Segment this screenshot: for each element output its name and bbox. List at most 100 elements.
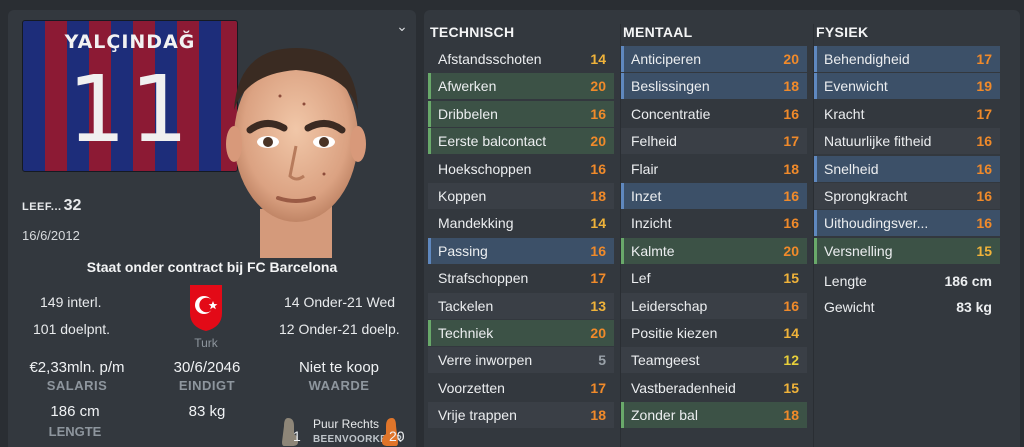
attribute-row[interactable]: Tackelen 13 — [428, 292, 614, 319]
physical-weight-label: Gewicht — [824, 298, 875, 315]
attribute-value: 20 — [590, 133, 606, 150]
attribute-row[interactable]: Behendigheid 17 — [814, 46, 1000, 72]
turkey-flag-icon[interactable] — [188, 283, 224, 333]
attribute-row[interactable]: Sprongkracht 16 — [814, 182, 1000, 209]
attribute-row[interactable]: Beslissingen 18 — [621, 73, 807, 100]
attribute-row[interactable]: Kalmte 20 — [621, 237, 807, 264]
attribute-row[interactable]: Mandekking 14 — [428, 210, 614, 236]
attribute-name: Anticiperen — [631, 51, 702, 67]
attribute-value: 16 — [976, 160, 992, 177]
attribute-name: Behendigheid — [824, 51, 910, 67]
attribute-value: 15 — [976, 242, 992, 259]
attribute-row[interactable]: Voorzetten 17 — [428, 375, 614, 401]
value-label: WAARDE — [308, 378, 370, 393]
attribute-name: Beslissingen — [631, 78, 710, 95]
player-face — [226, 48, 366, 258]
attribute-name: Inzet — [631, 187, 662, 204]
attribute-value: 20 — [590, 324, 606, 341]
chevron-down-icon[interactable]: ⌄ — [394, 18, 410, 34]
attribute-row[interactable]: Evenwicht 19 — [814, 73, 1000, 100]
attribute-name: Kracht — [824, 105, 865, 122]
attribute-row[interactable]: Inzicht 16 — [621, 210, 807, 236]
attribute-value: 17 — [590, 270, 606, 287]
attribute-row[interactable]: Afstandsschoten 14 — [428, 46, 614, 72]
height-label: LENGTE — [48, 424, 102, 439]
attribute-value: 17 — [976, 105, 992, 122]
attribute-name: Flair — [631, 160, 659, 177]
attribute-value: 14 — [783, 324, 799, 341]
attribute-row[interactable]: Teamgeest 12 — [621, 347, 807, 374]
attribute-row[interactable]: Snelheid 16 — [814, 155, 1000, 182]
attribute-name: Leiderschap — [631, 297, 708, 314]
physical-height-value: 186 cm — [944, 272, 992, 289]
attribute-value: 14 — [590, 215, 606, 232]
attribute-row[interactable]: Verre inworpen 5 — [428, 347, 614, 374]
u21-caps: 14 Onder-21 Wed — [284, 294, 396, 310]
international-caps: 149 interl. — [40, 294, 102, 310]
attribute-name: Afstandsschoten — [438, 51, 542, 67]
attribute-row[interactable]: Strafschoppen 17 — [428, 265, 614, 291]
wage: €2,33mln. p/m SALARIS — [12, 359, 142, 393]
attribute-name: Positie kiezen — [631, 324, 718, 341]
weight: 83 kg — [152, 403, 262, 420]
attribute-row[interactable]: Lef 15 — [621, 265, 807, 291]
height: 186 cm LENGTE — [20, 403, 130, 439]
attribute-name: Felheid — [631, 133, 677, 150]
attribute-name: Uithoudingsver... — [824, 215, 929, 232]
attribute-name: Teamgeest — [631, 352, 700, 369]
physical-title: FYSIEK — [816, 24, 869, 40]
attribute-row[interactable]: Kracht 17 — [814, 101, 1000, 127]
attribute-name: Techniek — [438, 324, 494, 341]
player-profile-panel: ⌄ YALÇINDAĞ 11 LEEF... 32 16/6/2012 Staa… — [8, 10, 416, 447]
transfer-value: Niet te koop WAARDE — [274, 359, 404, 393]
attribute-row[interactable]: Felheid 17 — [621, 128, 807, 155]
mental-attributes: MENTAAL Anticiperen 20 Beslissingen 18 Conce… — [621, 24, 807, 429]
attribute-value: 14 — [590, 51, 606, 67]
attribute-row[interactable]: Hoekschoppen 16 — [428, 156, 614, 182]
date-of-birth: 16/6/2012 — [22, 228, 80, 243]
attribute-name: Verre inworpen — [438, 352, 533, 369]
attribute-row[interactable]: Vrije trappen 18 — [428, 402, 614, 429]
attribute-row[interactable]: Leiderschap 16 — [621, 292, 807, 319]
contract-status[interactable]: Staat onder contract bij FC Barcelona — [8, 259, 416, 275]
attribute-value: 18 — [783, 407, 799, 424]
attribute-row[interactable]: Anticiperen 20 — [621, 46, 807, 72]
international-goals: 101 doelpnt. — [33, 321, 111, 337]
attribute-value: 18 — [590, 407, 606, 424]
attribute-value: 16 — [976, 187, 992, 204]
attribute-row[interactable]: Dribbelen 16 — [428, 100, 614, 127]
attribute-name: Mandekking — [438, 215, 514, 232]
attribute-name: Inzicht — [631, 215, 672, 232]
preferred-foot: 1 Puur Rechts BEENVOORKEUR 20 — [280, 410, 416, 447]
physical-weight: Gewicht 83 kg — [814, 294, 1000, 320]
attribute-value: 13 — [590, 297, 606, 314]
weight-value: 83 kg — [188, 403, 226, 420]
attribute-row[interactable]: Vastberadenheid 15 — [621, 375, 807, 401]
attribute-name: Tackelen — [438, 297, 494, 314]
attribute-row[interactable]: Koppen 18 — [428, 182, 614, 209]
attribute-value: 17 — [590, 379, 606, 396]
attribute-name: Natuurlijke fitheid — [824, 133, 932, 150]
attribute-row[interactable]: Flair 18 — [621, 156, 807, 182]
wage-value: €2,33mln. p/m — [29, 359, 125, 376]
attribute-row[interactable]: Eerste balcontact 20 — [428, 128, 614, 155]
attribute-value: 16 — [590, 105, 606, 122]
attribute-row[interactable]: Passing 16 — [428, 237, 614, 264]
attribute-value: 15 — [783, 270, 799, 287]
attribute-name: Eerste balcontact — [438, 133, 547, 150]
attribute-row[interactable]: Inzet 16 — [621, 182, 807, 209]
attribute-name: Lef — [631, 270, 651, 287]
attribute-row[interactable]: Concentratie 16 — [621, 101, 807, 127]
attribute-row[interactable]: Natuurlijke fitheid 16 — [814, 128, 1000, 155]
attribute-row[interactable]: Techniek 20 — [428, 319, 614, 346]
attribute-row[interactable]: Uithoudingsver... 16 — [814, 210, 1000, 237]
attribute-row[interactable]: Versnelling 15 — [814, 237, 1000, 264]
attribute-row[interactable]: Afwerken 20 — [428, 73, 614, 100]
left-foot-value: 1 — [293, 428, 301, 444]
attribute-row[interactable]: Positie kiezen 14 — [621, 320, 807, 346]
attribute-value: 16 — [783, 105, 799, 122]
attribute-row[interactable]: Zonder bal 18 — [621, 402, 807, 429]
age-value: 32 — [63, 197, 82, 214]
attribute-name: Strafschoppen — [438, 270, 529, 287]
attribute-name: Snelheid — [824, 160, 879, 177]
